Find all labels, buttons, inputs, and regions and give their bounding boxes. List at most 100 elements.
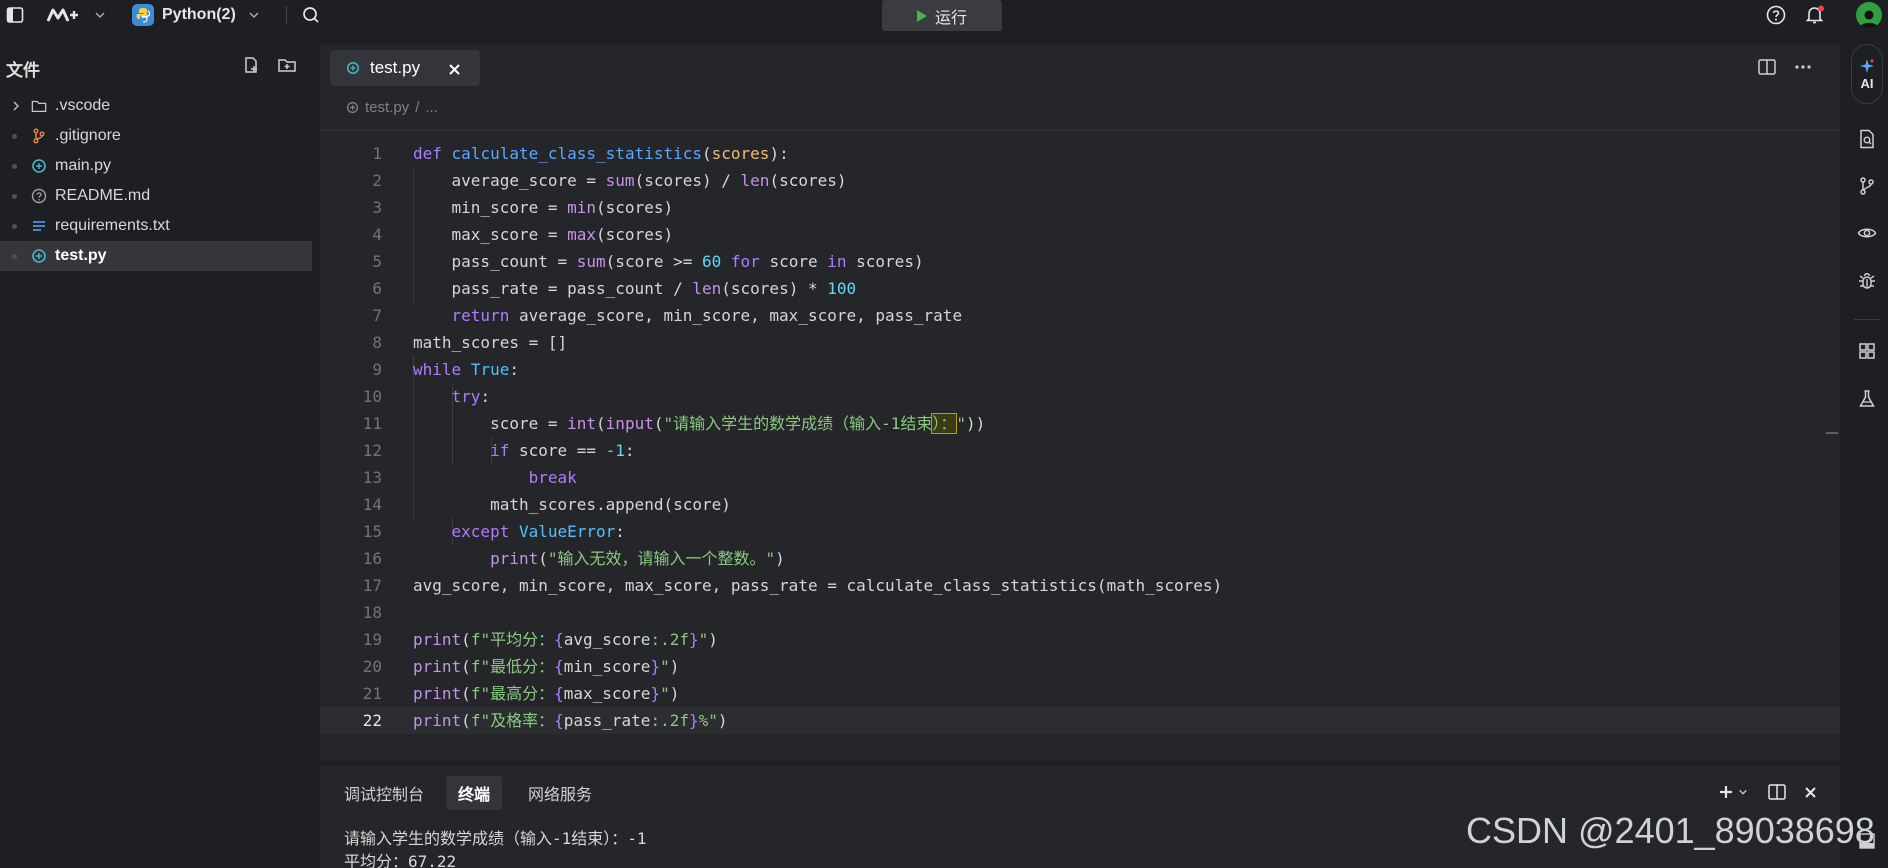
help-icon[interactable] <box>1766 0 1786 30</box>
tree-item-label: main.py <box>55 157 112 174</box>
code-text: score = int(input("请输入学生的数学成绩（输入-1结束）：")… <box>413 413 986 434</box>
python-file-icon <box>347 62 359 74</box>
line-number: 9 <box>372 360 382 379</box>
line-number: 22 <box>362 711 382 730</box>
line-number: 14 <box>362 495 382 514</box>
preview-eye-icon[interactable] <box>1856 222 1878 244</box>
tab-test-py[interactable]: test.py <box>330 50 480 86</box>
code-text: pass_count = sum(score >= 60 for score i… <box>413 252 924 271</box>
chevron-right-icon <box>13 101 20 111</box>
line-number: 8 <box>372 333 382 352</box>
code-line: 14 math_scores.append(score) <box>320 491 1840 518</box>
bell-icon[interactable] <box>1804 0 1826 30</box>
extensions-grid-icon[interactable] <box>1856 340 1878 362</box>
source-control-icon[interactable] <box>1856 175 1878 197</box>
line-number: 17 <box>362 576 382 595</box>
line-number: 11 <box>362 414 382 433</box>
code-text: avg_score, min_score, max_score, pass_ra… <box>413 576 1223 595</box>
minimap-marker <box>1826 432 1838 434</box>
split-terminal-icon[interactable] <box>1768 784 1786 805</box>
breadcrumb-file[interactable]: test.py <box>365 99 409 116</box>
code-text: except ValueError: <box>451 522 625 541</box>
ai-assistant-button[interactable]: AI <box>1851 44 1883 104</box>
code-text: print("输入无效，请输入一个整数。") <box>490 549 785 568</box>
tree-item-main-py[interactable]: main.py <box>0 151 312 181</box>
code-line: 6 pass_rate = pass_count / len(scores) *… <box>320 275 1840 302</box>
tree-item-label: .vscode <box>55 97 111 114</box>
code-line: 16 print("输入无效，请输入一个整数。") <box>320 545 1840 572</box>
git-icon <box>31 128 47 144</box>
code-line: 1 def calculate_class_statistics(scores): <box>320 140 1840 167</box>
breadcrumb-more[interactable]: ... <box>425 99 438 116</box>
avatar[interactable] <box>1856 0 1882 30</box>
code-text: def calculate_class_statistics(scores): <box>413 144 789 163</box>
project-selector[interactable]: Python(2) <box>132 0 260 30</box>
tree-item-readme[interactable]: README.md <box>0 181 312 211</box>
python-file-icon <box>31 248 47 264</box>
bullet <box>12 223 17 229</box>
tree-item-requirements[interactable]: requirements.txt <box>0 211 312 241</box>
code-line: 17 avg_score, min_score, max_score, pass_… <box>320 572 1840 599</box>
new-folder-icon[interactable] <box>277 56 297 79</box>
explorer-title: 文件 <box>6 61 40 80</box>
divider <box>320 130 1840 131</box>
split-editor-icon[interactable] <box>1758 59 1776 80</box>
tree-item-test-py[interactable]: test.py <box>0 241 312 271</box>
ai-label: AI <box>1860 75 1874 91</box>
code-text: math_scores = [] <box>413 333 568 352</box>
add-terminal-icon[interactable] <box>1718 784 1748 800</box>
play-icon <box>916 9 927 22</box>
tree-item-label: .gitignore <box>55 127 121 144</box>
tab-network-services[interactable]: 网络服务 <box>516 776 604 810</box>
marscode-logo-icon[interactable] <box>46 0 84 30</box>
sidebar-toggle-icon[interactable] <box>6 0 24 30</box>
line-number: 4 <box>372 225 382 244</box>
code-line: 10 try: <box>320 383 1840 410</box>
info-icon <box>31 188 47 204</box>
terminal-line: 请输入学生的数学成绩（输入-1结束）：-1 <box>344 829 647 848</box>
testing-flask-icon[interactable] <box>1856 388 1878 410</box>
file-explorer: 文件 .vscode .gitignore main.py README.md <box>0 44 314 868</box>
tree-item-gitignore[interactable]: .gitignore <box>0 121 312 151</box>
line-number: 2 <box>372 171 382 190</box>
code-line: 7 return average_score, min_score, max_s… <box>320 302 1840 329</box>
bullet <box>12 193 17 199</box>
debug-bug-icon[interactable] <box>1856 270 1878 292</box>
line-number: 21 <box>362 684 382 703</box>
folder-icon <box>31 98 47 114</box>
tab-debug-console[interactable]: 调试控制台 <box>332 776 436 810</box>
code-line: 13 break <box>320 464 1840 491</box>
code-line: 9 while True: <box>320 356 1840 383</box>
file-search-icon[interactable] <box>1856 128 1878 150</box>
code-text: print(f"最高分：{max_score}") <box>413 684 680 703</box>
tree-item-vscode[interactable]: .vscode <box>0 91 312 121</box>
editor-tab-bar: test.py <box>320 44 1840 88</box>
tab-terminal[interactable]: 终端 <box>446 776 503 810</box>
search-icon[interactable] <box>302 0 320 30</box>
run-label: 运行 <box>934 9 967 27</box>
more-icon[interactable] <box>1794 59 1812 80</box>
line-number: 6 <box>372 279 382 298</box>
tab-label: test.py <box>370 58 421 77</box>
line-number: 16 <box>362 549 382 568</box>
new-file-icon[interactable] <box>242 56 260 79</box>
python-file-icon <box>31 158 47 174</box>
code-text: average_score = sum(scores) / len(scores… <box>413 171 847 190</box>
project-name: Python(2) <box>162 6 236 23</box>
run-button[interactable]: 运行 <box>882 0 1002 31</box>
code-line: 8 math_scores = [] <box>320 329 1840 356</box>
code-line: 18 <box>320 599 1840 626</box>
chevron-down-icon <box>249 12 259 19</box>
code-text: print(f"平均分：{avg_score:.2f}") <box>413 630 718 649</box>
code-line: 2 average_score = sum(scores) / len(scor… <box>320 167 1840 194</box>
close-icon[interactable] <box>448 61 461 81</box>
code-line: 12 if score == -1: <box>320 437 1840 464</box>
code-line: 20 print(f"最低分：{min_score}") <box>320 653 1840 680</box>
code-text: min_score = min(scores) <box>413 198 674 217</box>
close-panel-icon[interactable] <box>1804 786 1817 804</box>
tree-item-label: test.py <box>55 247 107 264</box>
breadcrumb-separator: / <box>415 99 420 116</box>
chevron-down-icon[interactable] <box>94 0 106 30</box>
line-number: 12 <box>362 441 382 460</box>
code-line: 3 min_score = min(scores) <box>320 194 1840 221</box>
